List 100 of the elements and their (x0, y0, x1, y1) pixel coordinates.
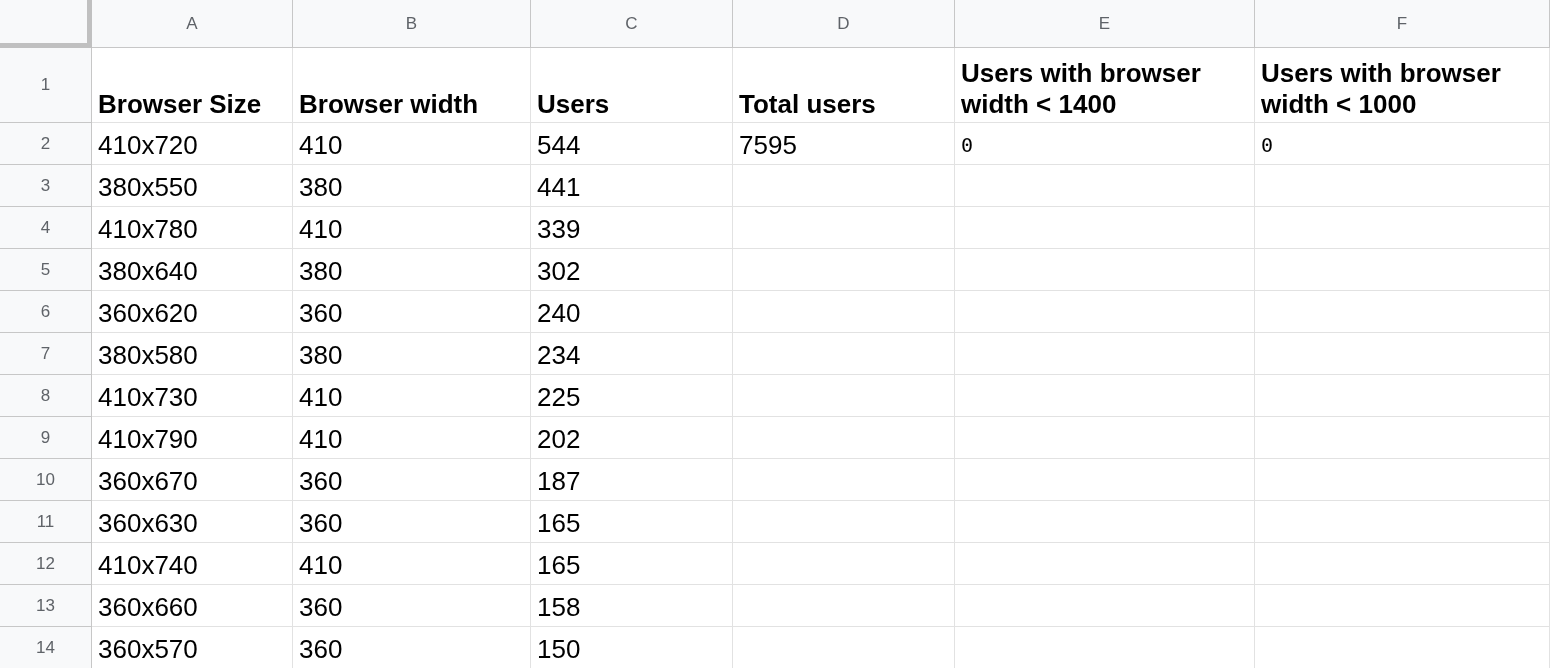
empty-cell[interactable] (733, 459, 955, 501)
empty-cell[interactable] (733, 291, 955, 333)
empty-cell[interactable] (955, 207, 1255, 249)
row-header[interactable]: 7 (0, 333, 92, 375)
empty-cell[interactable] (733, 333, 955, 375)
cell-text: 380 (299, 172, 343, 203)
cell-text: Browser width (299, 89, 479, 120)
row-header[interactable]: 13 (0, 585, 92, 627)
cell-text: 410x780 (98, 214, 198, 245)
cell-text: 441 (537, 172, 581, 203)
row-header[interactable]: 1 (0, 48, 92, 123)
empty-cell[interactable] (955, 291, 1255, 333)
cell-text: 360 (299, 592, 343, 623)
cell-text: 7595 (739, 130, 797, 161)
cell-text: 410x790 (98, 424, 198, 455)
cell-text: 360x620 (98, 298, 198, 329)
cell-text: 380 (299, 340, 343, 371)
row-header[interactable]: 3 (0, 165, 92, 207)
row-header[interactable]: 2 (0, 123, 92, 165)
empty-cell[interactable] (955, 333, 1255, 375)
cell-text: 410 (299, 424, 343, 455)
cell-text: 410 (299, 130, 343, 161)
row-header[interactable]: 14 (0, 627, 92, 668)
empty-cell[interactable] (733, 249, 955, 291)
empty-cell[interactable] (733, 585, 955, 627)
cell-text: 410x720 (98, 130, 198, 161)
empty-cell[interactable] (1255, 165, 1550, 207)
cell-text: 360x630 (98, 508, 198, 539)
column-header[interactable]: B (293, 0, 531, 48)
cell-text: 544 (537, 130, 581, 161)
empty-cell[interactable] (733, 417, 955, 459)
cell-text: 360x660 (98, 592, 198, 623)
empty-cell[interactable] (1255, 291, 1550, 333)
empty-cell[interactable] (955, 459, 1255, 501)
cell-text: 410 (299, 550, 343, 581)
empty-cell[interactable] (1255, 459, 1550, 501)
cell-text: 380x640 (98, 256, 198, 287)
cell-text: 202 (537, 424, 581, 455)
empty-cell[interactable] (1255, 585, 1550, 627)
empty-cell[interactable] (1255, 417, 1550, 459)
column-header[interactable]: C (531, 0, 733, 48)
cell-text: Users (537, 89, 610, 120)
cell-text: 360x570 (98, 634, 198, 665)
cell-text: 225 (537, 382, 581, 413)
cell-text: 410 (299, 382, 343, 413)
cell-text: 410x740 (98, 550, 198, 581)
cell-text: 380x580 (98, 340, 198, 371)
cell-text: Users with browser width < 1400 (961, 58, 1202, 120)
cell-text: Total users (739, 89, 876, 120)
cell-text: Users with browser width < 1000 (1261, 58, 1502, 120)
empty-cell[interactable] (1255, 207, 1550, 249)
empty-cell[interactable] (955, 585, 1255, 627)
cell-text: 360 (299, 634, 343, 665)
empty-cell[interactable] (1255, 543, 1550, 585)
row-header[interactable]: 4 (0, 207, 92, 249)
empty-cell[interactable] (955, 543, 1255, 585)
empty-cell[interactable] (955, 165, 1255, 207)
empty-cell[interactable] (733, 543, 955, 585)
cell-text: 187 (537, 466, 581, 497)
empty-cell[interactable] (955, 249, 1255, 291)
empty-cell[interactable] (955, 417, 1255, 459)
cell-text: 339 (537, 214, 581, 245)
empty-cell[interactable] (1255, 375, 1550, 417)
row-header[interactable]: 6 (0, 291, 92, 333)
cell-text: 234 (537, 340, 581, 371)
cell-text: 360x670 (98, 466, 198, 497)
row-header[interactable]: 5 (0, 249, 92, 291)
cell-text: 0 (1261, 133, 1274, 157)
row-header[interactable]: 10 (0, 459, 92, 501)
empty-cell[interactable] (733, 165, 955, 207)
column-header[interactable]: E (955, 0, 1255, 48)
cell-text: 165 (537, 550, 581, 581)
empty-cell[interactable] (733, 375, 955, 417)
cell-text: 158 (537, 592, 581, 623)
cell-text: 380x550 (98, 172, 198, 203)
row-header[interactable]: 11 (0, 501, 92, 543)
cell-text: 360 (299, 508, 343, 539)
row-header[interactable]: 9 (0, 417, 92, 459)
cell-text: 0 (961, 133, 974, 157)
empty-cell[interactable] (955, 375, 1255, 417)
select-all-corner[interactable] (0, 0, 92, 48)
cell-text: 410x730 (98, 382, 198, 413)
cell-text: 240 (537, 298, 581, 329)
cell-text: 360 (299, 466, 343, 497)
cell-text: 302 (537, 256, 581, 287)
empty-cell[interactable] (1255, 501, 1550, 543)
column-header[interactable]: A (92, 0, 293, 48)
row-header[interactable]: 8 (0, 375, 92, 417)
cell-text: 150 (537, 634, 581, 665)
row-header[interactable]: 12 (0, 543, 92, 585)
empty-cell[interactable] (1255, 333, 1550, 375)
cell-text: 380 (299, 256, 343, 287)
cell-text: Browser Size (98, 89, 262, 120)
column-header[interactable]: F (1255, 0, 1550, 48)
empty-cell[interactable] (733, 207, 955, 249)
empty-cell[interactable] (733, 501, 955, 543)
empty-cell[interactable] (955, 501, 1255, 543)
column-header[interactable]: D (733, 0, 955, 48)
empty-cell[interactable] (1255, 249, 1550, 291)
cell-text: 165 (537, 508, 581, 539)
